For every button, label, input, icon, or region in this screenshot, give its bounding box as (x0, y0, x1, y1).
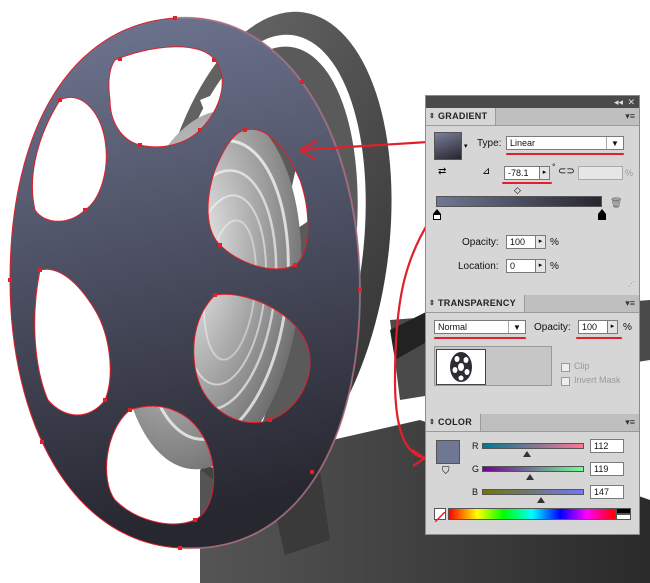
invert-mask-checkbox[interactable] (561, 377, 570, 386)
gradient-opacity-value: 100 (510, 237, 526, 247)
location-field[interactable]: 0 (506, 259, 536, 273)
white-swatch[interactable] (616, 514, 631, 520)
resize-grip-icon[interactable]: ⋰ (628, 280, 635, 288)
collapse-panels-icon[interactable]: ◂◂ (614, 96, 623, 108)
r-label: R (472, 441, 479, 451)
transparency-opacity-field[interactable]: 100 (578, 320, 608, 334)
reel-thumbnail-icon (450, 352, 472, 382)
color-tabbar: ⇕ COLOR ▾≡ (426, 414, 639, 432)
b-value: 147 (594, 487, 610, 497)
none-color-icon[interactable] (434, 508, 446, 523)
color-panel-title: COLOR (438, 417, 472, 427)
gradient-tabbar: ⇕ GRADIENT ▾≡ (426, 108, 639, 126)
gradient-opacity-field[interactable]: 100 (506, 235, 536, 249)
angle-value: -78.1 (508, 168, 529, 178)
transparency-opacity-unit: % (623, 322, 632, 333)
transparency-opacity-label: Opacity: (534, 322, 571, 333)
r-slider-thumb[interactable] (523, 451, 531, 457)
gradient-swatch[interactable] (434, 132, 462, 160)
clip-label: Clip (574, 361, 590, 371)
location-value: 0 (510, 261, 516, 271)
gradient-type-select[interactable]: Linear ▼ (506, 136, 624, 150)
reverse-gradient-icon[interactable]: ⇄ (438, 166, 446, 177)
chevron-down-icon: ▼ (508, 321, 525, 333)
transparency-tabbar: ⇕ TRANSPARENCY ▾≡ (426, 295, 639, 313)
aspect-ratio-field[interactable] (578, 166, 623, 180)
b-value-field[interactable]: 147 (590, 485, 624, 499)
transparency-opacity-value: 100 (582, 322, 598, 332)
b-slider[interactable] (482, 489, 584, 495)
angle-stepper[interactable]: ▸ (540, 166, 550, 180)
r-value-field[interactable]: 112 (590, 439, 624, 453)
blend-mode-select[interactable]: Normal ▼ (434, 320, 526, 334)
tab-transparency[interactable]: ⇕ TRANSPARENCY (426, 295, 525, 312)
gradient-swatch-dropdown-icon[interactable]: ▾ (464, 142, 468, 150)
b-slider-thumb[interactable] (537, 497, 545, 503)
gradient-stop-start-swatch[interactable] (433, 214, 441, 220)
r-value: 112 (594, 441, 609, 451)
invert-mask-label: Invert Mask (574, 375, 621, 385)
tab-color[interactable]: ⇕ COLOR (426, 414, 481, 431)
location-stepper[interactable]: ▸ (536, 259, 546, 273)
gradient-midpoint-diamond[interactable]: ◇ (514, 185, 521, 196)
color-spectrum-bar[interactable] (448, 508, 616, 520)
highlight-underline (506, 153, 624, 155)
front-reel (8, 16, 362, 550)
transparency-panel-menu-icon[interactable]: ▾≡ (625, 298, 635, 308)
g-value: 119 (594, 464, 609, 474)
b-label: B (472, 487, 479, 497)
tab-toggle-icon[interactable]: ⇕ (429, 108, 435, 125)
tab-toggle-icon[interactable]: ⇕ (429, 295, 435, 312)
clip-checkbox[interactable] (561, 363, 570, 372)
highlight-underline (502, 182, 552, 184)
angle-field[interactable]: -78.1 (504, 166, 540, 180)
panel-title-strip: ◂◂ ✕ (426, 96, 639, 108)
transparency-panel-title: TRANSPARENCY (438, 298, 516, 308)
angle-unit: ° (552, 162, 556, 172)
g-slider-thumb[interactable] (526, 474, 534, 480)
trash-icon[interactable]: 🗑 (610, 198, 623, 209)
location-unit: % (550, 261, 559, 272)
gradient-opacity-unit: % (550, 237, 559, 248)
gradient-slider-bar[interactable] (436, 196, 602, 207)
g-value-field[interactable]: 119 (590, 462, 624, 476)
r-slider[interactable] (482, 443, 584, 449)
panel-stack: ◂◂ ✕ ⇕ GRADIENT ▾≡ ▾ Type: Linear ▼ ⇄ ⊿ … (425, 95, 640, 535)
g-label: G (472, 464, 480, 474)
object-thumbnail[interactable] (436, 349, 486, 385)
transparency-opacity-stepper[interactable]: ▸ (608, 320, 618, 334)
gradient-opacity-label: Opacity: (462, 237, 499, 248)
gradient-panel-title: GRADIENT (438, 111, 488, 121)
tab-gradient[interactable]: ⇕ GRADIENT (426, 108, 497, 125)
close-panels-icon[interactable]: ✕ (627, 96, 635, 108)
highlight-underline (576, 337, 622, 339)
aspect-unit: % (625, 168, 634, 178)
gradient-stop-end-swatch[interactable] (598, 214, 606, 220)
tab-toggle-icon[interactable]: ⇕ (429, 414, 435, 431)
out-of-gamut-warning-icon[interactable]: ⛉ (442, 466, 450, 477)
blend-mode-value: Normal (438, 322, 468, 332)
gradient-type-value: Linear (510, 138, 536, 148)
chevron-down-icon: ▼ (606, 137, 623, 149)
fill-color-swatch[interactable] (436, 440, 460, 464)
location-label: Location: (458, 261, 499, 272)
aspect-ratio-icon: ⊂⊃ (558, 166, 575, 177)
gradient-opacity-stepper[interactable]: ▸ (536, 235, 546, 249)
highlight-underline (434, 337, 526, 339)
angle-icon: ⊿ (482, 166, 491, 177)
type-label: Type: (477, 138, 502, 149)
color-panel-menu-icon[interactable]: ▾≡ (625, 417, 635, 427)
gradient-panel-menu-icon[interactable]: ▾≡ (625, 111, 635, 121)
g-slider[interactable] (482, 466, 584, 472)
